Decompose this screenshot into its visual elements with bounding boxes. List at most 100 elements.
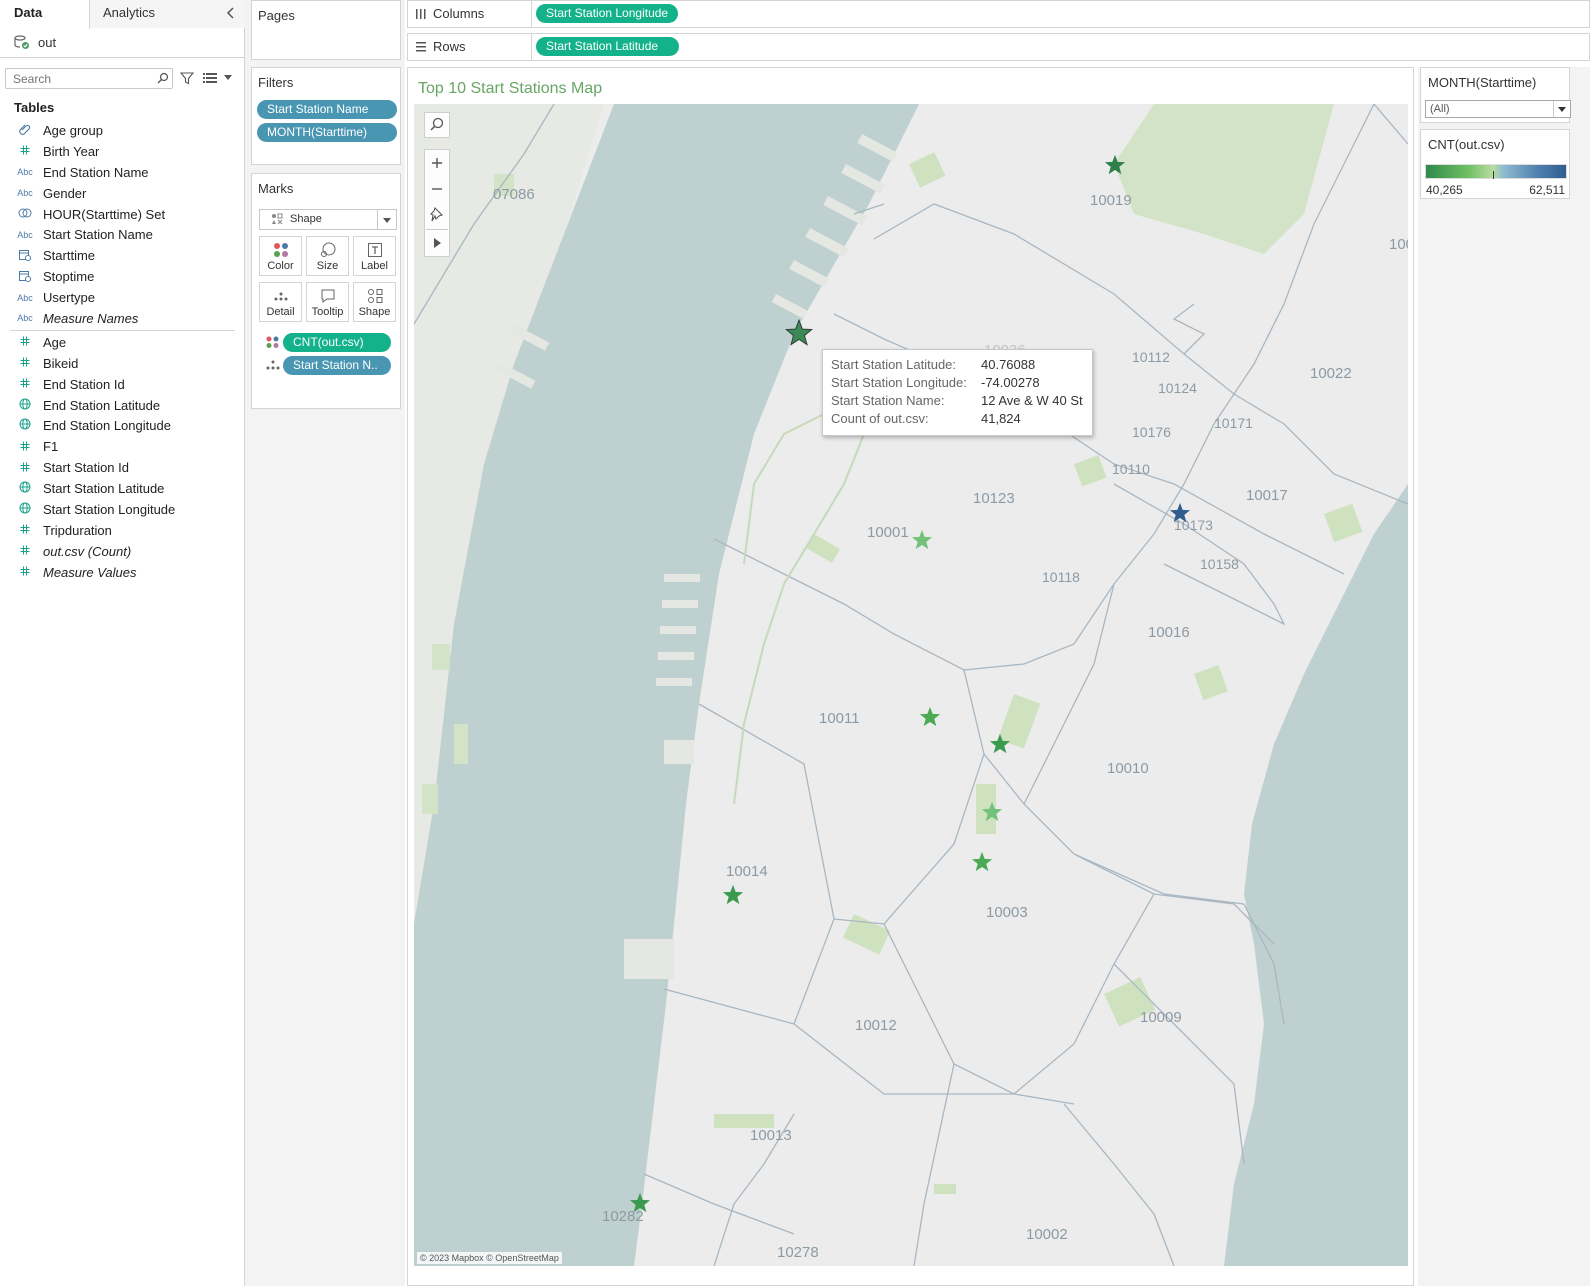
field-item[interactable]: Abc Usertype [0,287,245,308]
pin-icon[interactable] [425,202,449,228]
tab-data[interactable]: Data [0,0,90,29]
tab-analytics-label: Analytics [103,5,156,20]
zip-label: 10118 [1042,569,1080,585]
filter-pill-start-station-name[interactable]: Start Station Name [257,100,397,119]
station-star[interactable] [989,733,1011,755]
field-item[interactable]: Tripduration [0,520,245,541]
map-attribution[interactable]: © 2023 Mapbox © OpenStreetMap [417,1252,562,1264]
field-name: Usertype [43,290,96,306]
field-item[interactable]: Start Station Id [0,457,245,478]
detail-button[interactable]: Detail [259,282,302,322]
abc-icon: Abc [17,292,33,303]
tooltip-row: Start Station Name: 12 Ave & W 40 St [831,393,1092,411]
field-item[interactable]: Start Station Longitude [0,499,245,520]
tooltip-row: Start Station Longitude: -74.00278 [831,375,1092,393]
datasource-icon [14,35,29,49]
view-options-chevron-down-icon[interactable] [224,75,232,80]
station-star[interactable] [919,706,941,728]
color-gradient-bar[interactable] [1425,164,1567,179]
marks-pill-start-station-name[interactable]: Start Station N.. [283,356,391,375]
month-filter-value: (All) [1430,103,1450,115]
shape-button[interactable]: Shape [353,282,396,322]
field-name: Gender [43,185,87,201]
columns-pill-longitude[interactable]: Start Station Longitude [536,4,679,23]
worksheet-view: Top 10 Start Stations Map 07086 10019 10… [407,67,1414,1286]
field-item[interactable]: Measure Values [0,562,245,583]
field-item[interactable]: Age group [0,120,245,141]
station-star[interactable] [1169,502,1191,524]
field-item[interactable]: Start Station Latitude [0,478,245,499]
zoom-in-icon[interactable] [425,150,449,176]
dropdown-divider [1553,101,1554,117]
tab-analytics[interactable]: Analytics [90,0,245,28]
mark-type-chevron-down-icon [377,210,396,229]
station-star[interactable] [722,884,744,906]
field-item[interactable]: HOUR(Starttime) Set [0,204,245,225]
field-item[interactable]: Starttime [0,245,245,266]
station-star[interactable] [981,801,1003,823]
field-search-input[interactable] [5,68,173,89]
data-pane: Data Analytics out Tables Age group Birth… [0,0,245,1286]
station-star[interactable] [1104,154,1126,176]
field-item[interactable]: Age [0,332,245,353]
tooltip-value: 12 Ave & W 40 St [981,393,1083,408]
station-star[interactable] [971,851,993,873]
field-item[interactable]: End Station Longitude [0,415,245,436]
pages-card[interactable]: Pages [251,0,401,60]
abc-icon: Abc [17,313,33,324]
label-button[interactable]: Label [353,236,396,276]
zip-label: 10013 [750,1127,792,1144]
columns-label: Columns [433,6,485,21]
color-button[interactable]: Color [259,236,302,276]
zoom-out-icon[interactable] [425,176,449,202]
calendar-icon [14,249,36,263]
month-filter-dropdown[interactable]: (All) [1425,100,1571,118]
field-item[interactable]: Bikeid [0,353,245,374]
field-item[interactable]: out.csv (Count) [0,541,245,562]
zip-label: 10278 [777,1244,819,1261]
field-item[interactable]: Stoptime [0,266,245,287]
map-play-button[interactable] [426,229,448,255]
field-item[interactable]: Abc Gender [0,183,245,204]
field-name: Bikeid [43,355,79,371]
legend-pane: MONTH(Starttime) (All) CNT(out.csv) 40,2… [1418,67,1590,1286]
zip-label: 10016 [1148,624,1190,641]
station-star-selected[interactable] [785,319,813,347]
zip-label: 10124 [1158,380,1197,396]
filters-card[interactable]: Filters Start Station Name MONTH(Startti… [251,67,401,165]
globe-icon [14,481,36,496]
field-item[interactable]: Abc End Station Name [0,162,245,183]
field-item[interactable]: Birth Year [0,141,245,162]
field-name: End Station Name [43,164,149,180]
tooltip-row: Count of out.csv: 41,824 [831,411,1092,429]
filter-icon[interactable] [180,71,194,85]
field-item[interactable]: End Station Latitude [0,395,245,416]
label-label: Label [361,260,388,272]
rows-pill-latitude[interactable]: Start Station Latitude [536,37,679,56]
station-star[interactable] [629,1192,651,1214]
field-item[interactable]: End Station Id [0,374,245,395]
tooltip-key: Start Station Latitude: [831,357,957,372]
mark-type-dropdown[interactable]: Shape [259,209,397,230]
play-icon [434,238,441,248]
marks-pill-cnt[interactable]: CNT(out.csv) [283,333,391,352]
zip-label: 10176 [1132,424,1171,440]
field-item[interactable]: Abc Start Station Name [0,224,245,245]
zip-label: 10014 [726,863,768,880]
tooltip-key: Start Station Name: [831,393,945,408]
list-view-icon[interactable] [203,72,217,84]
size-button[interactable]: Size [306,236,349,276]
filter-pill-month-starttime[interactable]: MONTH(Starttime) [257,123,397,142]
station-star[interactable] [911,529,933,551]
tooltip-button[interactable]: Tooltip [306,282,349,322]
rows-shelf[interactable]: Rows Start Station Latitude [407,33,1590,61]
globe-icon [14,418,36,433]
columns-shelf[interactable]: Columns Start Station Longitude [407,0,1590,28]
map-search-button[interactable] [424,112,450,138]
collapse-pane-icon[interactable] [225,5,237,21]
datasource-row[interactable]: out [14,32,56,52]
shape-label: Shape [358,306,391,318]
field-item[interactable]: F1 [0,436,245,457]
field-item[interactable]: Abc Measure Names [0,308,245,329]
map-canvas[interactable]: 07086 10019 10036 10112 10124 10022 1017… [414,104,1408,1266]
